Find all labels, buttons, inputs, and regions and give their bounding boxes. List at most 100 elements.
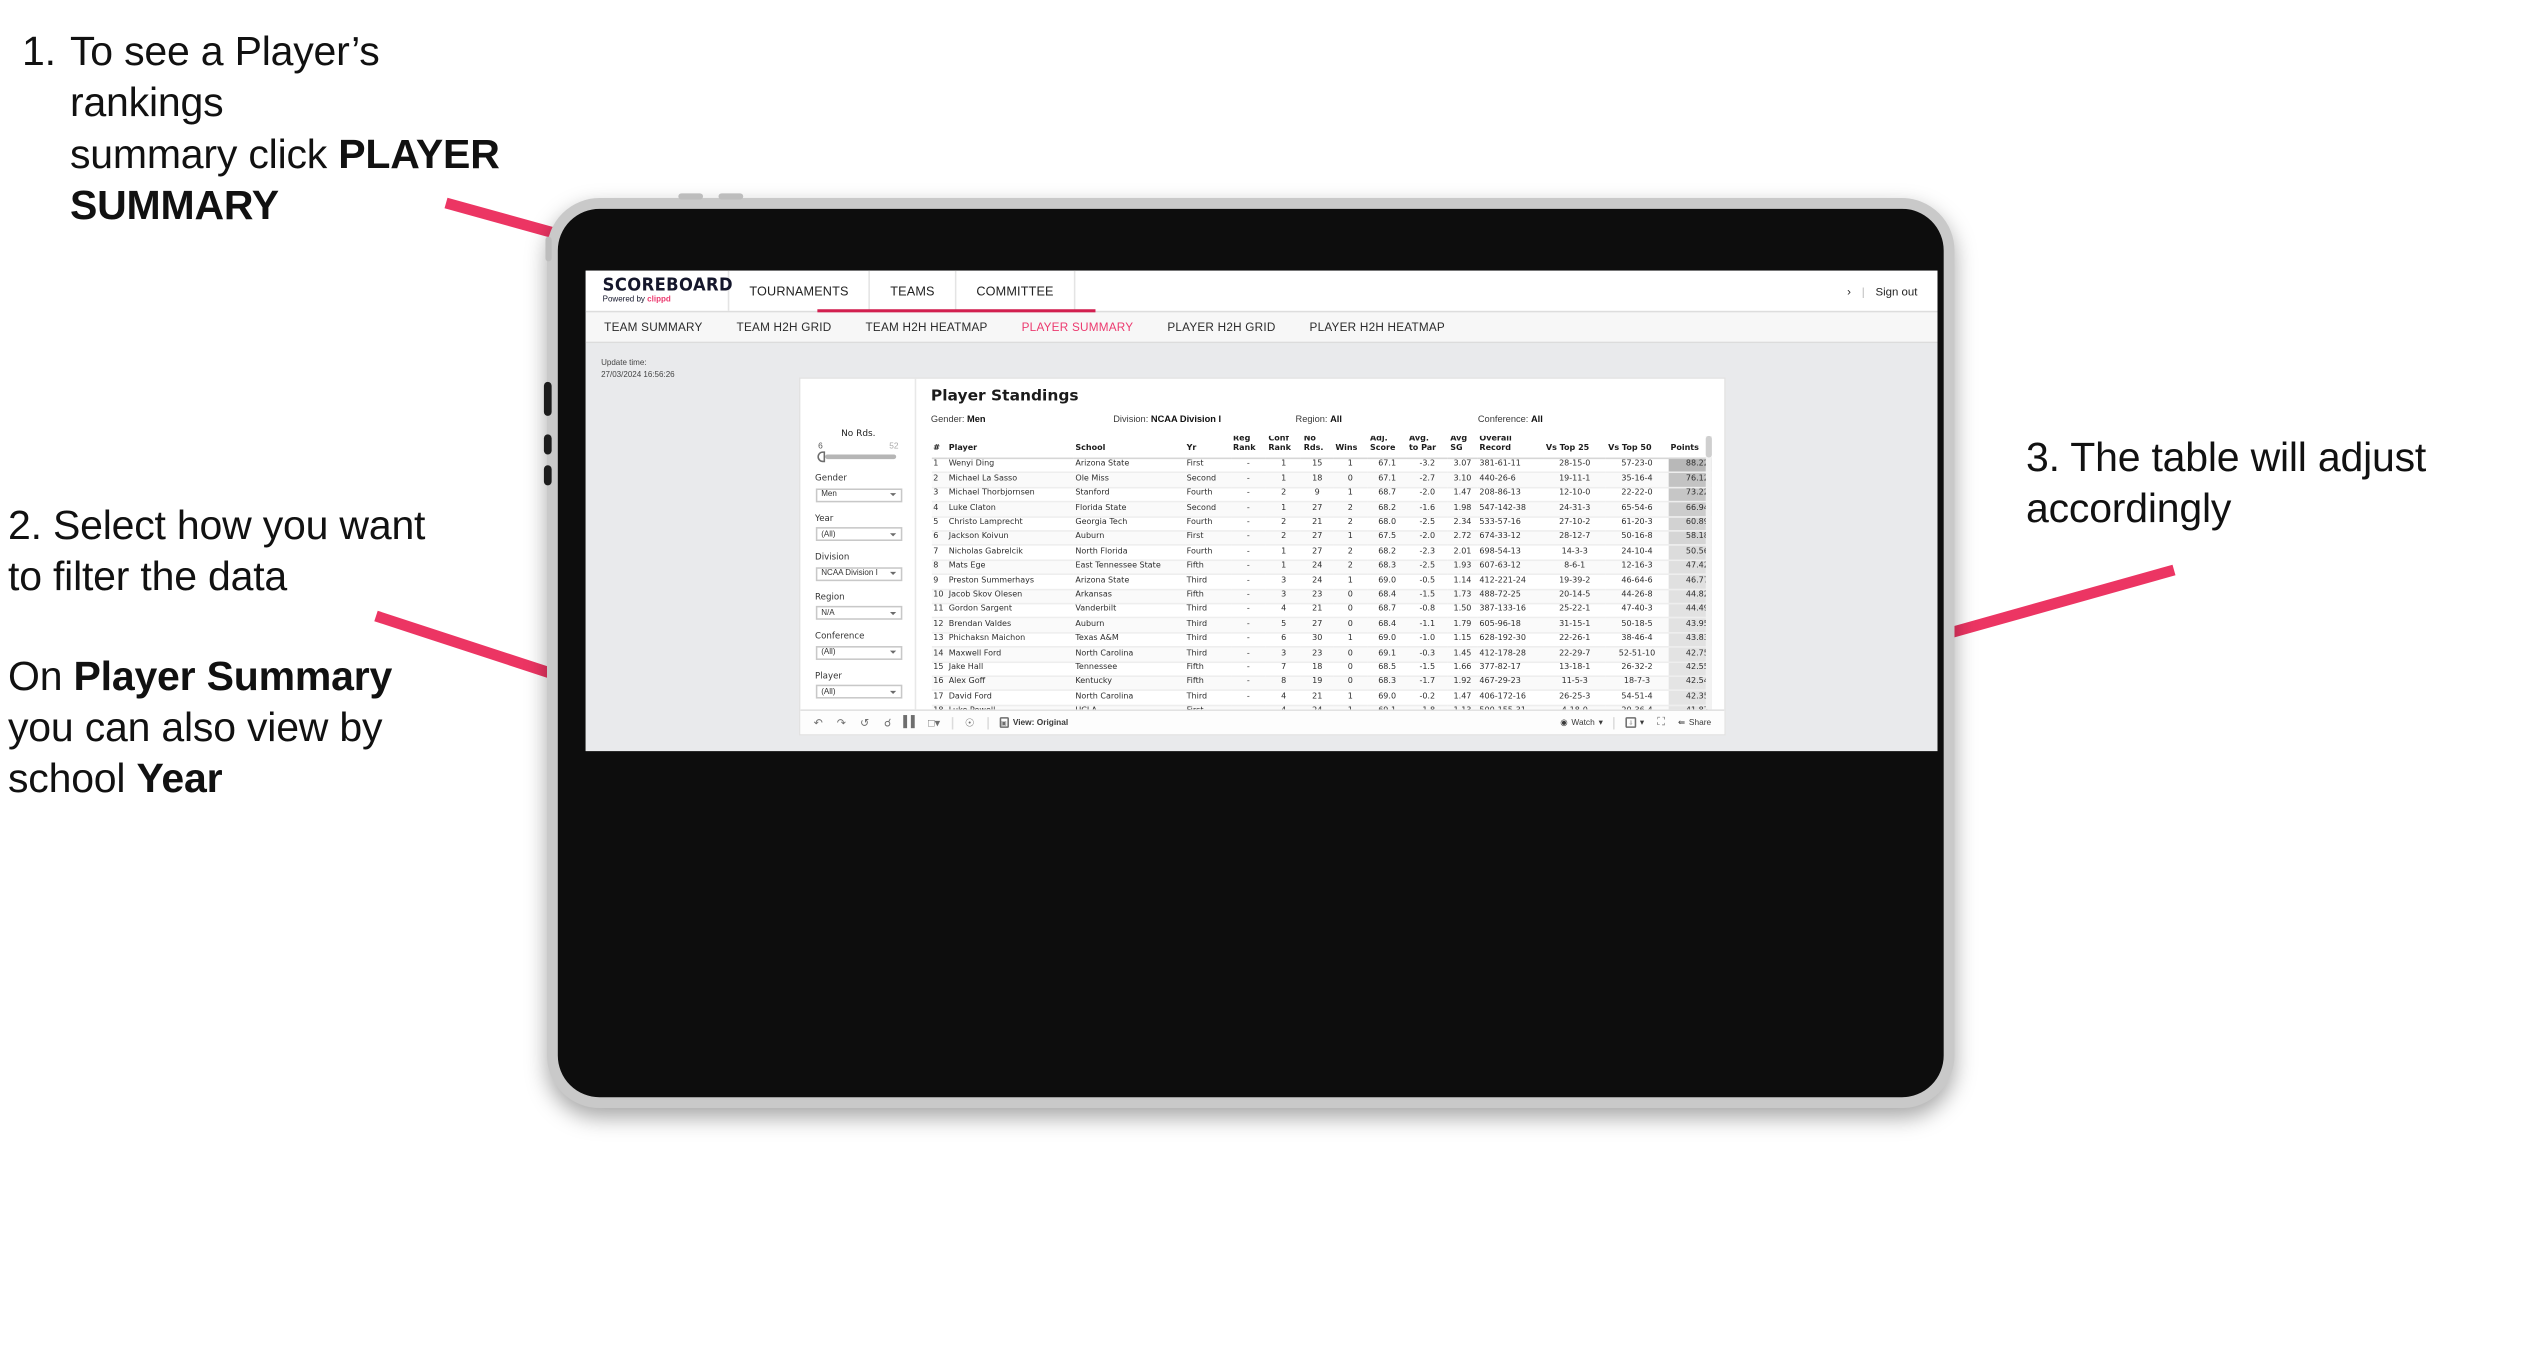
table-cell: 3.10 (1447, 472, 1478, 489)
rounds-slider-handle[interactable] (816, 451, 825, 463)
watch-button[interactable]: ◉ Watch ▾ (1560, 718, 1603, 727)
column-header[interactable]: Wins (1333, 435, 1368, 460)
scoreboard-logo[interactable]: SCOREBOARD Powered by clippd (586, 270, 733, 311)
annotation-step-2: 2. Select how you want to filter the dat… (8, 500, 428, 804)
annotation-1-bold-summary: SUMMARY (70, 181, 279, 228)
table-cell: 15 (1301, 458, 1334, 474)
column-header[interactable]: No Rds. (1301, 435, 1334, 460)
table-cell: Luke Powell (946, 705, 1074, 710)
tab-team-h2h-heatmap[interactable]: TEAM H2H HEATMAP (865, 320, 987, 334)
tab-player-h2h-heatmap[interactable]: PLAYER H2H HEATMAP (1310, 320, 1445, 334)
table-cell: Third (1184, 574, 1231, 590)
table-row[interactable]: 13 Phichaksn Maichon Texas A&M Third -6 30 1 69… (930, 632, 1712, 648)
user-account-icon[interactable]: › (1847, 284, 1851, 298)
revert-icon[interactable]: ↺ (858, 716, 870, 729)
fullscreen-icon[interactable]: ⛶ (1655, 716, 1667, 728)
column-header[interactable]: Reg Rank (1230, 435, 1267, 460)
sign-out-link[interactable]: Sign out (1876, 284, 1918, 298)
table-row[interactable]: 9 Preston Summerhays Arizona State Third -3 2… (930, 574, 1712, 590)
table-cell: - (1230, 618, 1267, 634)
table-cell: 1.66 (1447, 661, 1478, 678)
table-row[interactable]: 1 Wenyi Ding Arizona State First -1 15 1 67.1 -3… (930, 458, 1712, 474)
table-row[interactable]: 3 Michael Thorbjornsen Stanford Fourth -2 9 1 6… (930, 487, 1712, 503)
filter-year-select[interactable]: (All) (815, 527, 902, 541)
player-standings-pane: Player Standings Gender: Men Division: N… (915, 379, 1723, 710)
table-cell: 3.07 (1447, 458, 1478, 474)
table-cell: 1.47 (1447, 690, 1478, 707)
redo-icon[interactable]: ↷ (835, 716, 847, 729)
table-cell: 22-29-7 (1543, 647, 1606, 663)
table-row[interactable]: 6 Jackson Koivun Auburn First -2 27 1 67.5 -2.0 2… (930, 530, 1712, 547)
help-icon[interactable]: ☉ (963, 716, 975, 729)
table-cell: 8-6-1 (1543, 559, 1606, 576)
rounds-slider-track[interactable] (816, 451, 896, 463)
vertical-scrollbar[interactable] (1704, 435, 1712, 710)
pause-auto-update-icon[interactable]: ▌▌ (903, 716, 918, 728)
table-cell: - (1230, 603, 1267, 619)
filter-division-select[interactable]: NCAA Division I (815, 566, 902, 581)
table-cell: 68.7 (1367, 487, 1407, 503)
table-cell: - (1230, 530, 1267, 547)
table-cell: 14-3-3 (1543, 545, 1606, 561)
table-row[interactable]: 2 Michael La Sasso Ole Miss Second -1 18 0 67.1… (930, 472, 1712, 489)
column-header[interactable]: Avg. to Par (1406, 435, 1448, 460)
table-cell: 20-36-4 (1605, 705, 1669, 710)
filter-conference-select[interactable]: (All) (815, 645, 902, 660)
filter-player-select[interactable]: (All) (815, 684, 902, 699)
rounds-min-value: 6 (818, 442, 823, 452)
tab-team-summary[interactable]: TEAM SUMMARY (604, 320, 702, 334)
table-cell: 24 (1301, 574, 1334, 590)
tab-player-summary[interactable]: PLAYER SUMMARY (1022, 320, 1134, 334)
table-row[interactable]: 10 Jacob Skov Olesen Arkansas Fifth -3 23 0 68.… (930, 589, 1712, 605)
table-cell: Texas A&M (1073, 632, 1185, 648)
column-header[interactable]: School (1073, 435, 1185, 460)
table-row[interactable]: 14 Maxwell Ford North Carolina Third -3 23 0 69… (930, 647, 1712, 663)
meta-region-label: Region: (1295, 415, 1328, 426)
column-header[interactable]: # (930, 435, 947, 460)
tab-player-h2h-grid[interactable]: PLAYER H2H GRID (1167, 320, 1275, 334)
table-cell: 1.50 (1447, 603, 1478, 619)
column-header[interactable]: Vs Top 50 (1605, 435, 1669, 460)
table-row[interactable]: 17 David Ford North Carolina Third -4 21 1 69.0… (930, 690, 1712, 707)
download-button[interactable]: ⇩ ▾ (1625, 717, 1644, 728)
column-header[interactable]: Player (946, 435, 1074, 460)
table-row[interactable]: 16 Alex Goff Kentucky Fifth -8 19 0 68.3 -1.7 1.9… (930, 676, 1712, 692)
table-row[interactable]: 4 Luke Claton Florida State Second -1 27 2 68.2… (930, 501, 1712, 518)
annotation-1-line2-prefix: summary click (70, 130, 339, 177)
scrollbar-thumb[interactable] (1704, 435, 1712, 458)
column-header[interactable]: Vs Top 25 (1543, 435, 1606, 460)
view-original-button[interactable]: ▣ View: Original (998, 717, 1068, 728)
table-row[interactable]: 7 Nicholas Gabrelcik North Florida Fourth -1… (930, 545, 1712, 561)
table-cell: 28-15-0 (1543, 458, 1606, 474)
table-row[interactable]: 18Luke PowellUCLAFirst-424169.1-1.81.135… (930, 705, 1712, 710)
rounds-slider-filter[interactable]: No Rds. 6 52 (815, 430, 902, 463)
column-header[interactable]: Avg SG (1447, 435, 1478, 460)
table-row[interactable]: 8 Mats Ege East Tennessee State Fifth -1 24 2 6… (930, 559, 1712, 576)
filter-region-select[interactable]: N/A (815, 605, 902, 620)
share-button[interactable]: ⇚ Share (1678, 718, 1711, 727)
table-row[interactable]: 15 Jake Hall Tennessee Fifth -7 18 0 68.5 -1.5 1.… (930, 661, 1712, 678)
nav-item-teams[interactable]: TEAMS (870, 270, 957, 311)
nav-item-committee[interactable]: COMMITTEE (956, 270, 1076, 311)
column-header[interactable]: Yr (1184, 435, 1231, 460)
table-cell: 2.72 (1447, 530, 1478, 547)
nav-item-tournaments[interactable]: TOURNAMENTS (729, 270, 871, 311)
column-header[interactable]: Conf Rank (1266, 435, 1302, 460)
table-cell: 13-18-1 (1543, 661, 1606, 678)
filter-gender-select[interactable]: Men (815, 487, 902, 502)
fit-dropdown-icon[interactable]: □▾ (928, 716, 940, 729)
table-row[interactable]: 11 Gordon Sargent Vanderbilt Third -4 21 0 68.7… (930, 603, 1712, 619)
meta-region-value: All (1330, 415, 1342, 426)
column-header[interactable]: Overall Record (1477, 435, 1544, 460)
undo-icon[interactable]: ↶ (812, 716, 824, 729)
table-cell: Third (1184, 647, 1231, 663)
table-cell: 1 (1266, 472, 1302, 489)
table-cell: 68.5 (1367, 661, 1407, 678)
table-row[interactable]: 5 Christo Lamprecht Georgia Tech Fourth -2 21… (930, 516, 1712, 532)
table-cell: 1.79 (1447, 618, 1478, 634)
refresh-data-icon[interactable]: ☌ (881, 716, 893, 729)
column-header[interactable]: Adj. Score (1367, 435, 1407, 460)
table-row[interactable]: 12 Brendan Valdes Auburn Third -5 27 0 68.4 -1.1… (930, 618, 1712, 634)
tab-team-h2h-grid[interactable]: TEAM H2H GRID (737, 320, 832, 334)
table-cell: 68.2 (1367, 501, 1407, 518)
